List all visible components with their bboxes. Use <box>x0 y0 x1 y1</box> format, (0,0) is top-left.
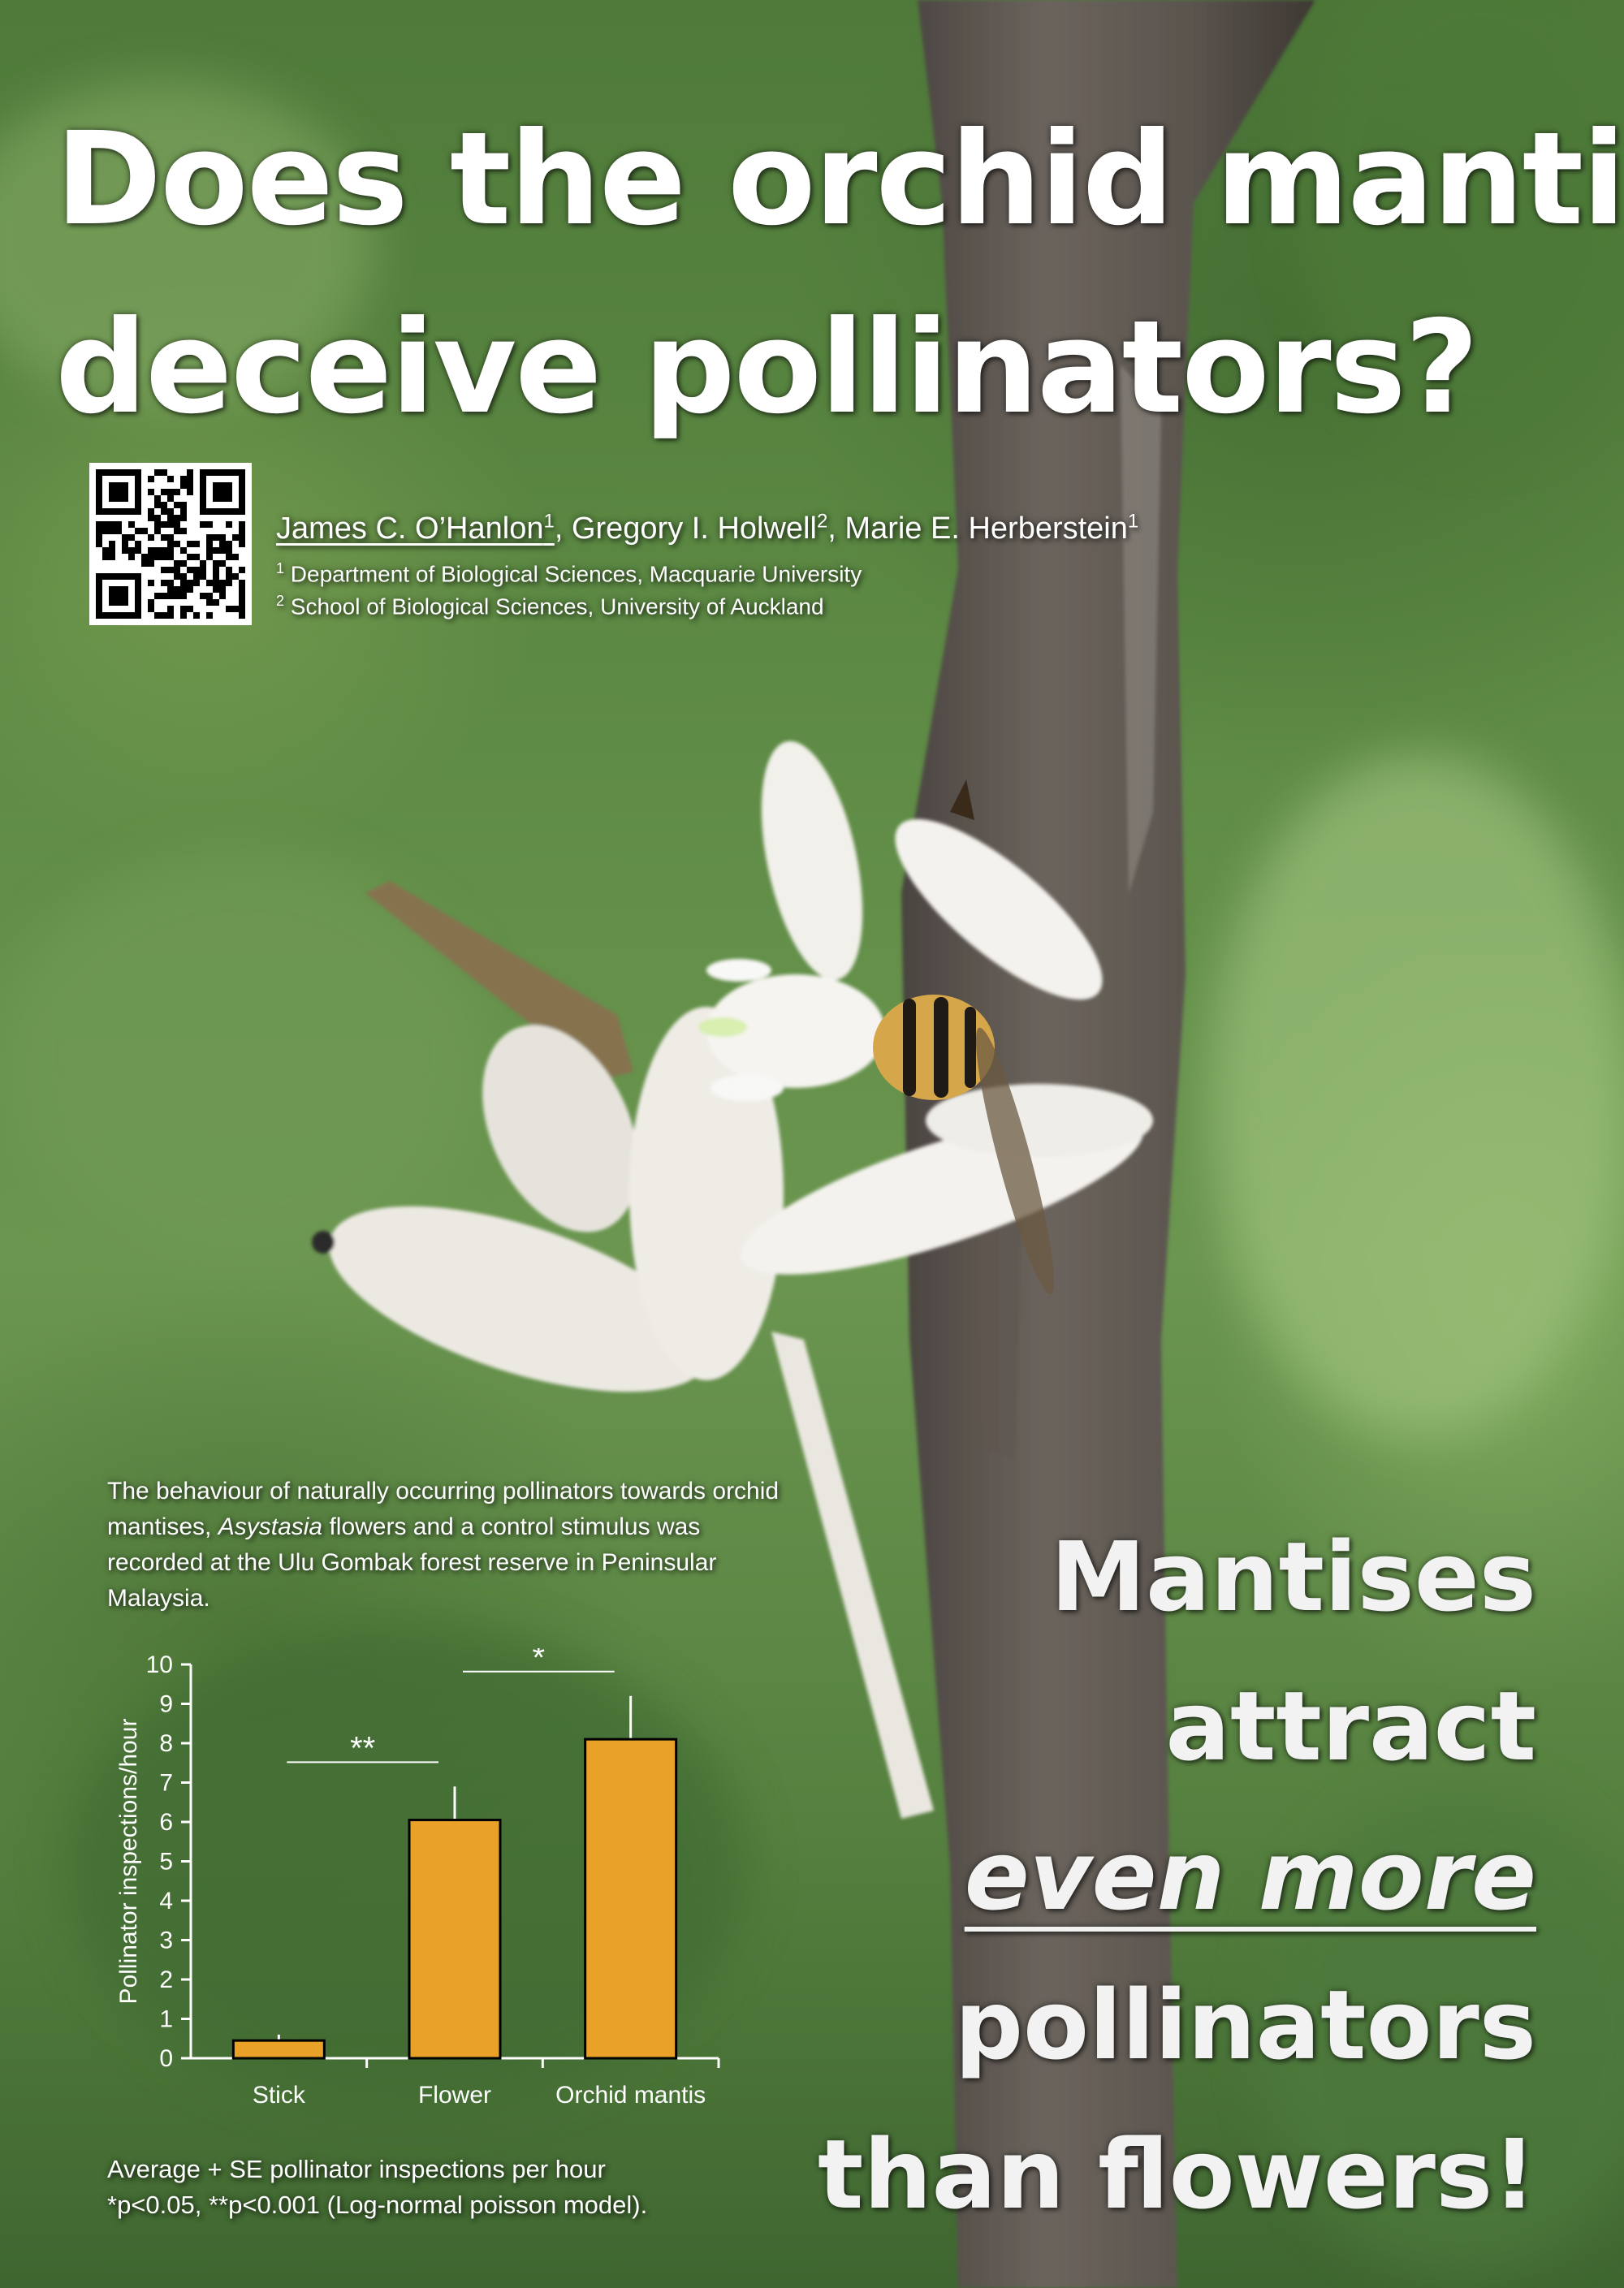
y-tick-label: 3 <box>159 1928 173 1954</box>
affiliation-2: 2 School of Biological Sciences, Univers… <box>276 593 824 619</box>
author-3-affiliation: 1 <box>1127 510 1139 532</box>
author-separator: , <box>827 511 845 546</box>
poster: Does the orchid mantis deceive pollinato… <box>0 0 1624 2288</box>
affiliation-1: 1 Department of Biological Sciences, Mac… <box>276 560 862 587</box>
y-tick-label: 10 <box>146 1651 173 1678</box>
poster-title: Does the orchid mantis deceive pollinato… <box>55 85 1624 462</box>
y-tick-label: 4 <box>159 1888 173 1915</box>
y-tick-label: 9 <box>159 1691 173 1718</box>
headline-line-5: than flowers! <box>818 2118 1536 2230</box>
y-tick-label: 0 <box>159 2045 173 2072</box>
y-tick-label: 2 <box>159 1966 173 1993</box>
bar-orchid-mantis <box>584 1738 678 2060</box>
title-line-2: deceive pollinators? <box>55 293 1479 442</box>
caption-line-2: *p<0.05, **p<0.001 (Log-normal poisson m… <box>107 2191 648 2219</box>
y-tick-label: 5 <box>159 1849 173 1876</box>
title-line-1: Does the orchid mantis <box>55 105 1624 254</box>
y-tick-label: 6 <box>159 1809 173 1836</box>
headline-line-2: attract <box>1165 1670 1536 1782</box>
significance-label: ** <box>350 1730 375 1766</box>
author-list: James C. O’Hanlon1, Gregory I. Holwell2,… <box>276 510 1138 546</box>
methods-text: The behaviour of naturally occurring pol… <box>107 1478 780 1612</box>
y-tick-label: 1 <box>159 2006 173 2033</box>
caption-line-1: Average + SE pollinator inspections per … <box>107 2155 606 2183</box>
author-1-affiliation: 1 <box>543 510 555 532</box>
significance-label: * <box>533 1648 546 1676</box>
x-tick-label: Stick <box>253 2082 306 2109</box>
y-tick-label: 7 <box>159 1770 173 1797</box>
qr-code-icon <box>89 463 252 625</box>
x-tick-label: Orchid mantis <box>555 2082 706 2109</box>
x-tick-label: Flower <box>418 2082 491 2109</box>
headline-line-1: Mantises <box>1050 1521 1536 1633</box>
author-separator: , <box>554 511 572 546</box>
author-2-affiliation: 2 <box>816 510 828 532</box>
headline-message: Mantises attract even more pollinators t… <box>724 1502 1536 2249</box>
headline-line-4: pollinators <box>954 1969 1536 2081</box>
y-tick-label: 8 <box>159 1730 173 1757</box>
author-3: Marie E. Herberstein1 <box>844 510 1139 546</box>
author-1: James C. O’Hanlon1 <box>276 510 555 546</box>
bar-flower <box>408 1819 502 2060</box>
bar-chart: 0 1 2 3 4 5 6 7 8 9 10 Pollinator inspections/hour S… <box>115 1648 720 2109</box>
bar-stick <box>231 2039 326 2060</box>
y-axis-label: Pollinator inspections/hour <box>115 1719 142 2005</box>
author-2: Gregory I. Holwell2 <box>571 510 828 546</box>
species-name: Asystasia <box>218 1513 323 1540</box>
headline-emphasis: even more <box>964 1820 1536 1932</box>
